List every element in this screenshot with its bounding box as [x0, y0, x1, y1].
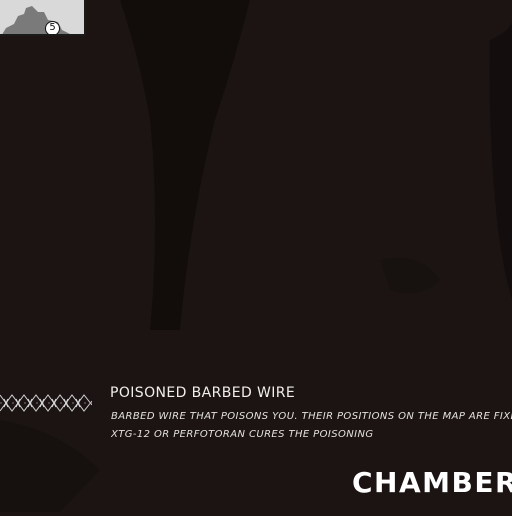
description-line: BARBED WIRE THAT POISONS YOU. THEIR POSI…	[111, 411, 512, 422]
barbed-wire-icon	[0, 390, 93, 416]
minimap[interactable]: 5	[0, 0, 86, 36]
location-name: CHAMBER	[352, 466, 512, 499]
item-description: BARBED WIRE THAT POISONS YOU. THEIR POSI…	[111, 408, 512, 444]
description-line: XTG-12 OR PERFOTORAN CURES THE POISONING	[111, 429, 374, 440]
marker-number: 5	[49, 22, 56, 33]
location-marker-icon[interactable]: 5	[45, 21, 60, 34]
item-title: POISONED BARBED WIRE	[110, 385, 296, 401]
